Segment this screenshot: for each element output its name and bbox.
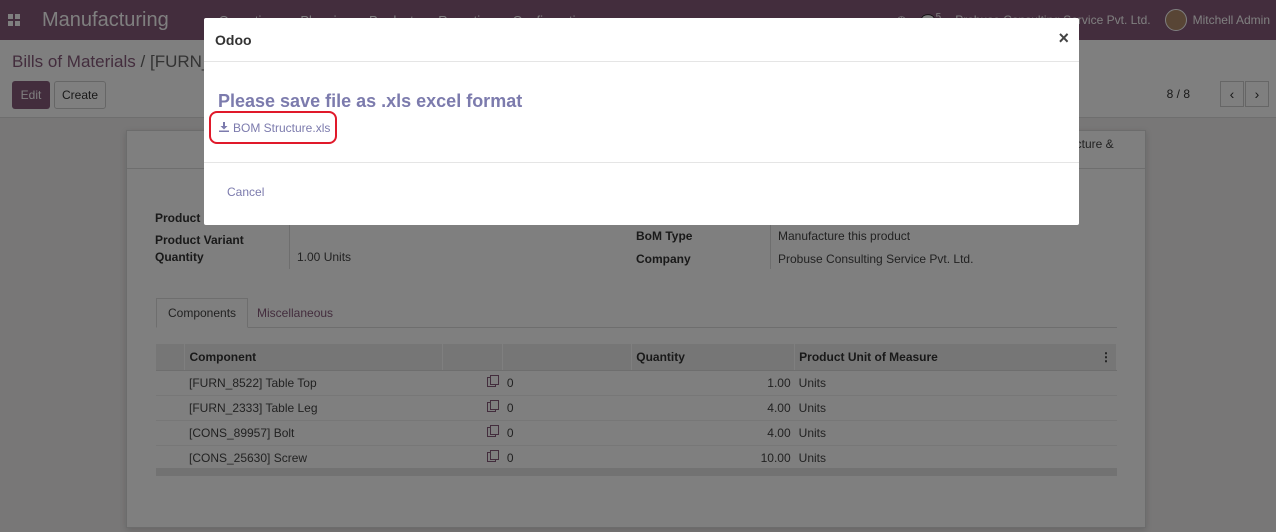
download-icon [219, 121, 229, 135]
modal-header: Odoo × [204, 18, 1079, 62]
download-dialog: Odoo × Please save file as .xls excel fo… [204, 18, 1079, 225]
download-filename: BOM Structure.xls [233, 120, 331, 135]
modal-title: Odoo [215, 32, 252, 48]
modal-footer: Cancel [204, 162, 1079, 225]
cancel-button[interactable]: Cancel [227, 185, 264, 199]
modal-heading: Please save file as .xls excel format [218, 91, 523, 111]
close-icon[interactable]: × [1058, 28, 1069, 49]
download-xls-link[interactable]: BOM Structure.xls [209, 111, 337, 144]
